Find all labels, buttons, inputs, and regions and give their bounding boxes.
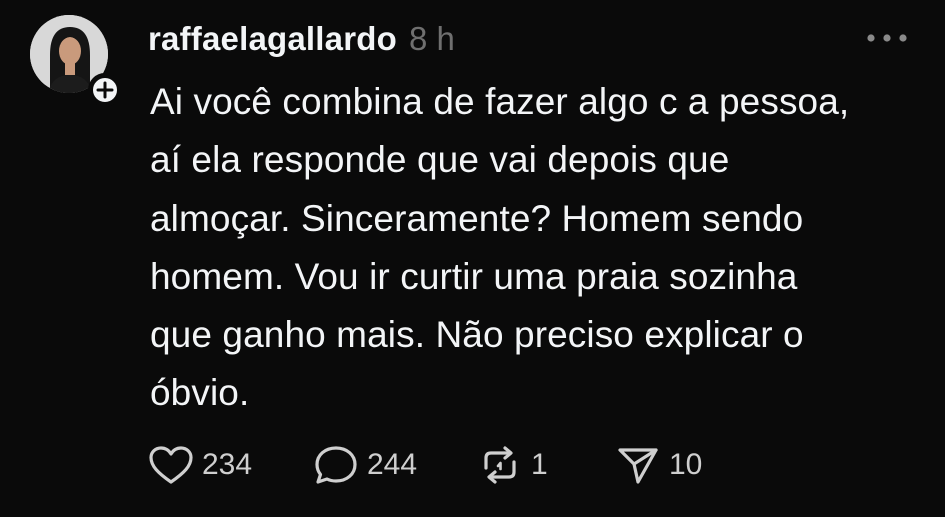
more-options-button[interactable]	[862, 24, 914, 52]
avatar-container	[30, 15, 124, 109]
heart-icon	[148, 445, 194, 485]
post-header: raffaelagallardo 8 h	[148, 18, 455, 60]
timestamp: 8 h	[408, 20, 455, 57]
post-text-line: óbvio.	[150, 372, 250, 414]
post-text-line: que ganho mais. Não preciso explicar o	[150, 314, 804, 356]
post-text-line: aí ela responde que vai depois que	[150, 139, 730, 181]
reply-count: 244	[367, 448, 418, 481]
share-button[interactable]: 10	[615, 440, 735, 490]
share-count: 10	[669, 448, 703, 481]
like-count: 234	[202, 448, 253, 481]
plus-icon	[96, 81, 114, 99]
follow-button[interactable]	[88, 73, 122, 107]
username[interactable]: raffaelagallardo	[148, 20, 397, 58]
action-bar: 234 244 1 10	[148, 440, 735, 490]
thread-post: raffaelagallardo 8 h Ai você combina de …	[0, 0, 945, 517]
post-text: Ai você combina de fazer algo c a pessoa…	[150, 73, 910, 423]
like-button[interactable]: 234	[148, 440, 313, 490]
comment-icon	[313, 444, 359, 486]
post-text-line: Ai você combina de fazer algo c a pessoa…	[150, 81, 850, 122]
repost-button[interactable]: 1	[477, 440, 615, 490]
more-dots-icon	[866, 33, 910, 43]
post-text-line: almoçar. Sinceramente? Homem sendo	[150, 197, 804, 239]
repost-icon	[477, 444, 523, 486]
send-icon	[615, 444, 661, 486]
post-text-line: homem. Vou ir curtir uma praia sozinha	[150, 255, 798, 297]
repost-count: 1	[531, 448, 548, 481]
reply-button[interactable]: 244	[313, 440, 477, 490]
